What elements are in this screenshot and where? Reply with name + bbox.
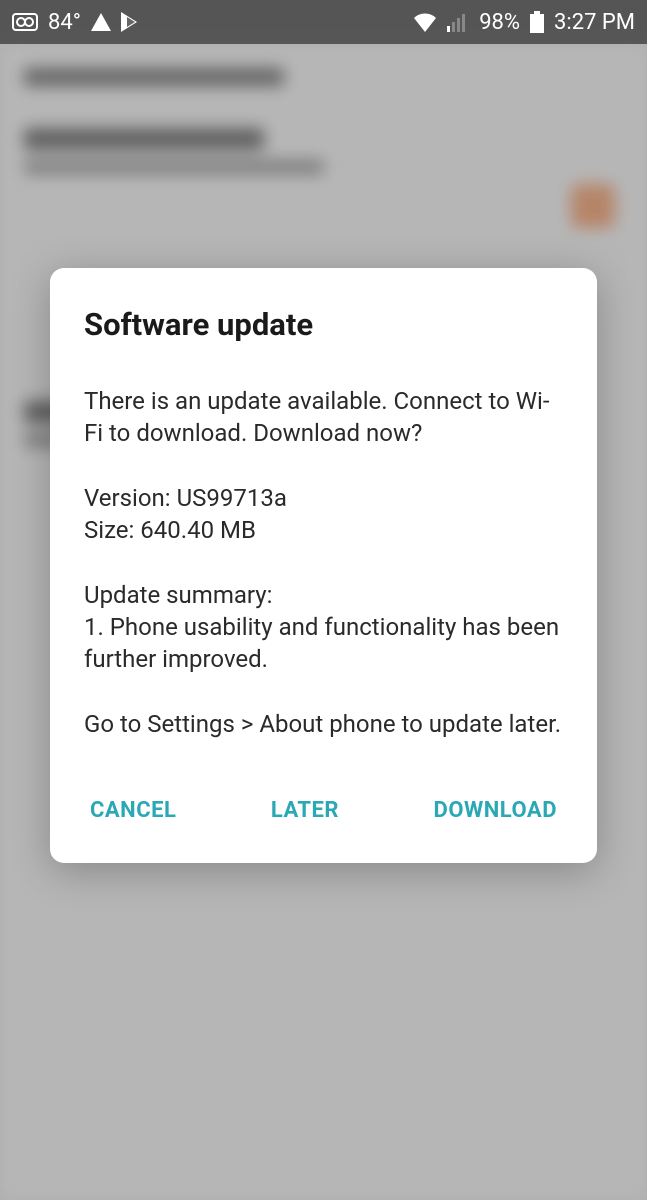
later-button[interactable]: LATER [265,788,345,833]
dialog-intro: There is an update available. Connect to… [84,385,563,450]
dialog-actions: CANCEL LATER DOWNLOAD [84,782,563,843]
signal-icon [447,12,469,32]
battery-percentage: 98% [479,10,520,35]
software-update-dialog: Software update There is an update avail… [50,268,597,863]
temperature-indicator: 84° [48,10,81,35]
status-bar: 84° 98% 3:27 PM [0,0,647,44]
upload-icon [91,13,111,31]
play-store-icon [121,12,137,32]
download-button[interactable]: DOWNLOAD [428,788,563,833]
dialog-body: There is an update available. Connect to… [84,385,563,740]
dialog-later-hint: Go to Settings > About phone to update l… [84,708,563,740]
wifi-icon [413,12,437,32]
dialog-version-size: Version: US99713a Size: 640.40 MB [84,482,563,547]
cancel-button[interactable]: CANCEL [84,788,182,833]
battery-icon [530,11,544,33]
dialog-title: Software update [84,306,563,343]
clock: 3:27 PM [554,10,635,35]
dialog-summary: Update summary: 1. Phone usability and f… [84,579,563,676]
voicemail-icon [12,13,38,31]
